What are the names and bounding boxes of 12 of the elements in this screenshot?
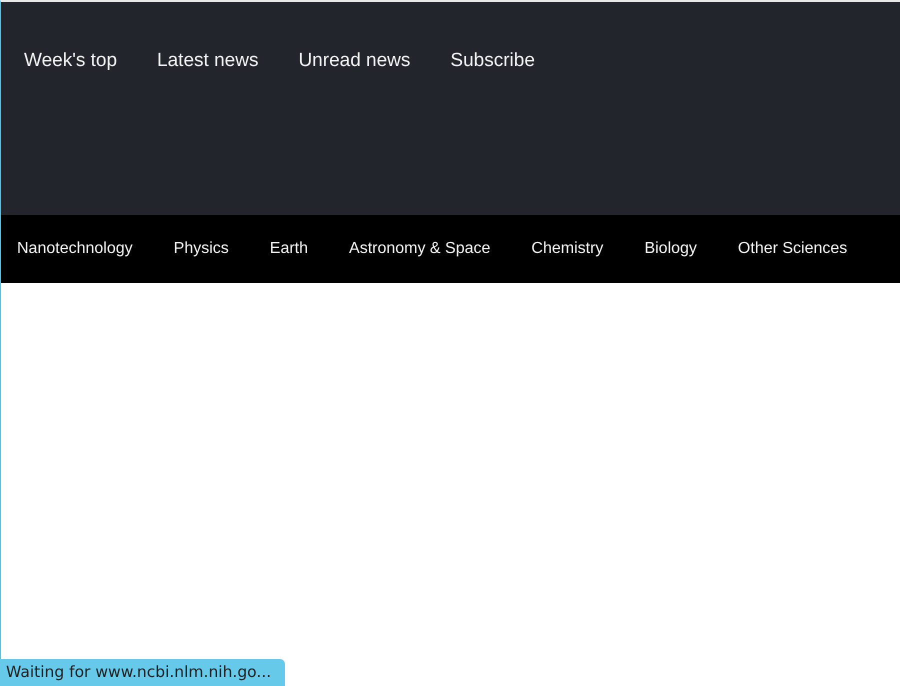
category-link[interactable]: Other Sciences: [738, 240, 848, 258]
nav-link[interactable]: Week's top: [24, 50, 118, 72]
category-link[interactable]: Astronomy & Space: [349, 240, 490, 258]
nav-link[interactable]: Subscribe: [450, 50, 535, 72]
category-link[interactable]: Physics: [174, 240, 229, 258]
category-link[interactable]: Earth: [270, 240, 308, 258]
category-link[interactable]: Chemistry: [531, 240, 604, 258]
nav-link[interactable]: Latest news: [157, 50, 258, 72]
status-bar: Waiting for www.ncbi.nlm.nih.go...: [0, 659, 286, 686]
category-link[interactable]: Nanotechnology: [17, 240, 133, 258]
nav-link[interactable]: Unread news: [298, 50, 410, 72]
category-link[interactable]: Biology: [644, 240, 697, 258]
